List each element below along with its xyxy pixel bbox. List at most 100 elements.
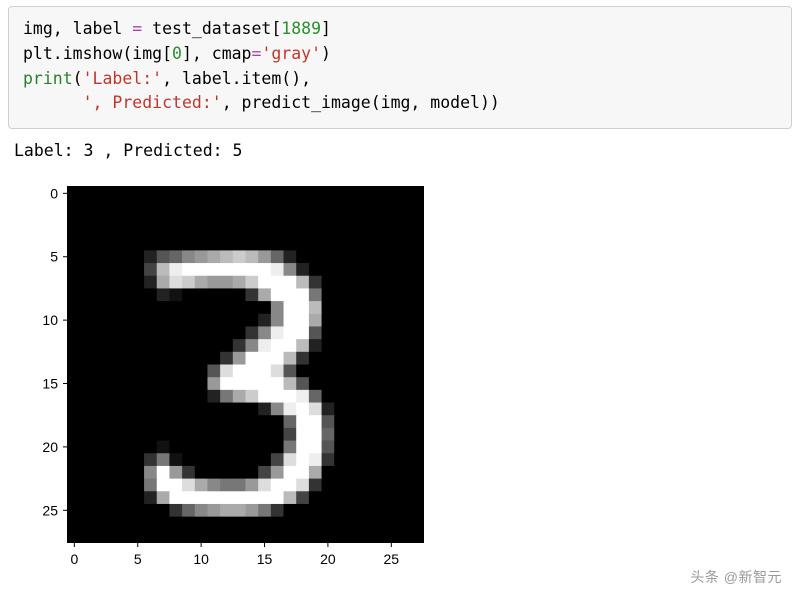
heatmap-pixel (195, 301, 208, 314)
heatmap-pixel (144, 225, 157, 238)
heatmap-pixel (131, 314, 144, 327)
heatmap-pixel (309, 187, 322, 200)
heatmap-pixel (169, 453, 182, 466)
heatmap-pixel (410, 276, 423, 289)
heatmap-pixel (182, 352, 195, 365)
heatmap-pixel (131, 517, 144, 530)
heatmap-pixel (372, 466, 385, 479)
heatmap-pixel (334, 479, 347, 492)
heatmap-pixel (360, 352, 373, 365)
heatmap-pixel (385, 453, 398, 466)
heatmap-pixel (195, 440, 208, 453)
heatmap-pixel (385, 440, 398, 453)
heatmap-pixel (81, 276, 94, 289)
heatmap-pixel (246, 415, 259, 428)
heatmap-pixel (144, 415, 157, 428)
heatmap-pixel (398, 187, 411, 200)
heatmap-pixel (207, 517, 220, 530)
heatmap-pixel (119, 200, 132, 213)
heatmap-pixel (81, 517, 94, 530)
heatmap-pixel (309, 301, 322, 314)
heatmap-pixel (296, 301, 309, 314)
heatmap-pixel (398, 517, 411, 530)
heatmap-pixel (360, 187, 373, 200)
heatmap-pixel (347, 352, 360, 365)
heatmap-pixel (334, 466, 347, 479)
heatmap-pixel (106, 402, 119, 415)
heatmap-pixel (385, 339, 398, 352)
heatmap-pixel (258, 301, 271, 314)
heatmap-pixel (284, 517, 297, 530)
heatmap-pixel (410, 479, 423, 492)
heatmap-pixel (93, 288, 106, 301)
heatmap-pixel (372, 377, 385, 390)
heatmap-pixel (144, 440, 157, 453)
heatmap-pixel (385, 402, 398, 415)
heatmap-pixel (119, 479, 132, 492)
heatmap-pixel (385, 225, 398, 238)
heatmap-pixel (347, 326, 360, 339)
heatmap-pixel (68, 364, 81, 377)
heatmap-pixel (347, 466, 360, 479)
heatmap-pixel (207, 263, 220, 276)
heatmap-pixel (195, 212, 208, 225)
heatmap-pixel (410, 390, 423, 403)
heatmap-pixel (322, 390, 335, 403)
heatmap-pixel (169, 415, 182, 428)
heatmap-pixel (410, 212, 423, 225)
heatmap-pixel (68, 352, 81, 365)
heatmap-pixel (106, 187, 119, 200)
heatmap-pixel (296, 402, 309, 415)
heatmap-pixel (296, 440, 309, 453)
heatmap-pixel (334, 187, 347, 200)
heatmap-pixel (131, 529, 144, 542)
heatmap-pixel (372, 187, 385, 200)
heatmap-pixel (284, 491, 297, 504)
heatmap-pixel (220, 352, 233, 365)
heatmap-pixel (81, 364, 94, 377)
heatmap-pixel (182, 187, 195, 200)
heatmap-pixel (144, 314, 157, 327)
heatmap-pixel (182, 453, 195, 466)
heatmap-pixel (144, 364, 157, 377)
heatmap-pixel (93, 453, 106, 466)
heatmap-pixel (131, 428, 144, 441)
heatmap-pixel (81, 377, 94, 390)
heatmap-pixel (157, 301, 170, 314)
heatmap-pixel (246, 301, 259, 314)
heatmap-pixel (296, 479, 309, 492)
heatmap-pixel (410, 466, 423, 479)
heatmap-pixel (233, 326, 246, 339)
heatmap-pixel (309, 364, 322, 377)
heatmap-pixel (207, 364, 220, 377)
heatmap-pixel (347, 428, 360, 441)
heatmap-pixel (347, 187, 360, 200)
mnist-plot: 05101520250510152025 (13, 179, 443, 593)
heatmap-pixel (334, 301, 347, 314)
heatmap-pixel (410, 364, 423, 377)
heatmap-pixel (195, 263, 208, 276)
heatmap-pixel (220, 288, 233, 301)
heatmap-pixel (106, 529, 119, 542)
heatmap-pixel (372, 479, 385, 492)
heatmap-pixel (119, 339, 132, 352)
heatmap-pixel (284, 288, 297, 301)
heatmap-pixel (220, 364, 233, 377)
heatmap-pixel (398, 491, 411, 504)
heatmap-pixel (119, 453, 132, 466)
heatmap-pixel (246, 326, 259, 339)
heatmap-pixel (93, 377, 106, 390)
heatmap-pixel (385, 250, 398, 263)
heatmap-pixel (169, 504, 182, 517)
heatmap-pixel (119, 352, 132, 365)
heatmap-pixel (246, 529, 259, 542)
heatmap-pixel (233, 225, 246, 238)
heatmap-pixel (258, 225, 271, 238)
heatmap-pixel (271, 301, 284, 314)
heatmap-pixel (220, 200, 233, 213)
heatmap-pixel (106, 212, 119, 225)
heatmap-pixel (157, 225, 170, 238)
heatmap-pixel (157, 314, 170, 327)
heatmap-pixel (385, 263, 398, 276)
heatmap-pixel (360, 225, 373, 238)
